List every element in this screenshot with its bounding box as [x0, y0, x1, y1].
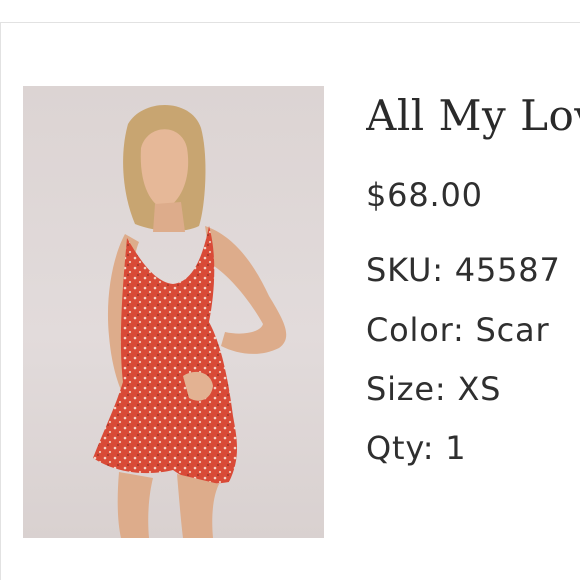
product-info-panel: All My Lov $68.00 SKU: 45587 Color: Scar… [366, 0, 580, 580]
product-color: Color: Scar [366, 311, 550, 349]
product-size: Size: XS [366, 370, 502, 408]
product-price: $68.00 [366, 176, 483, 214]
model-illustration [93, 104, 287, 538]
product-sku: SKU: 45587 [366, 251, 561, 289]
product-title[interactable]: All My Lov [366, 88, 580, 144]
product-quantity: Qty: 1 [366, 429, 467, 467]
product-detail-page: All My Lov $68.00 SKU: 45587 Color: Scar… [0, 0, 580, 580]
product-image[interactable] [23, 86, 324, 538]
left-border [0, 23, 1, 580]
